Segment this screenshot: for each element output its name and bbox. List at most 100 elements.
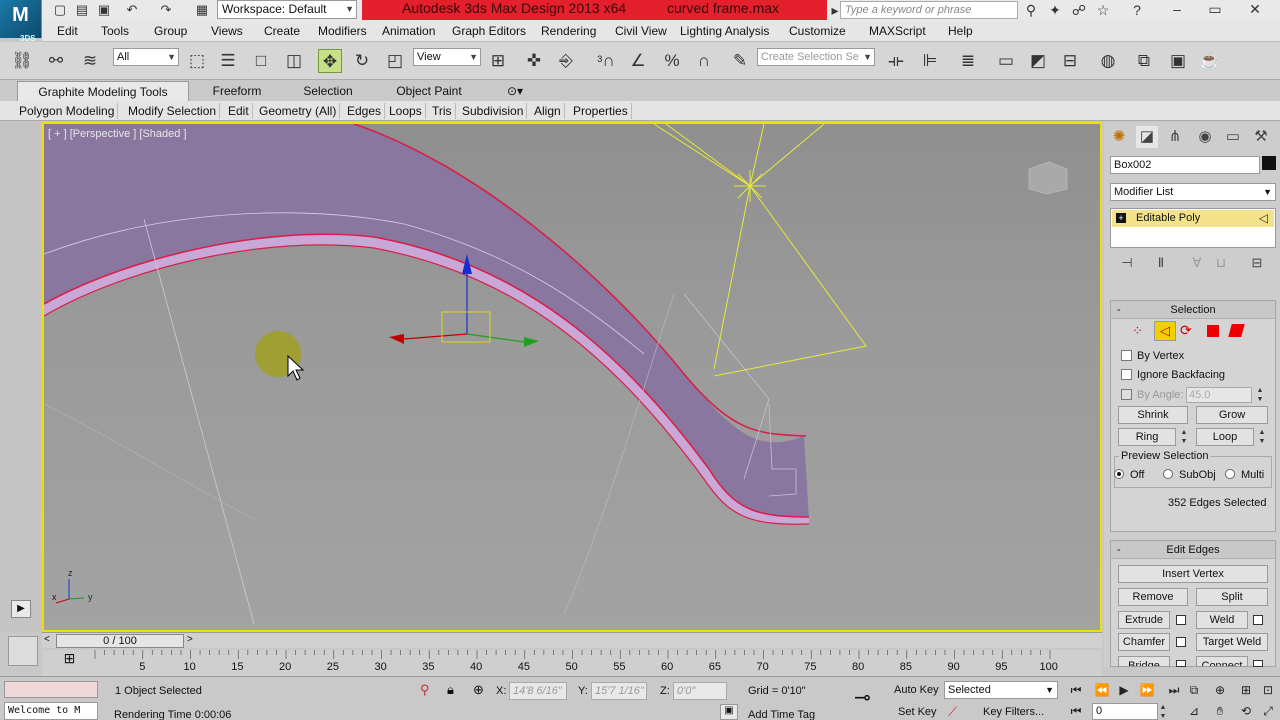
menu-animation[interactable]: Animation <box>382 24 435 38</box>
edge-subobject-button[interactable]: ◁ <box>1154 321 1176 341</box>
key-tangent-icon[interactable]: ⟋ <box>948 704 957 720</box>
select-object-icon[interactable]: ⬚ <box>185 49 209 73</box>
absolute-mode-icon[interactable]: ⊕ <box>473 682 484 698</box>
go-to-start-icon[interactable]: ⏮ <box>1066 681 1086 699</box>
select-and-move-icon[interactable]: ✥ <box>318 49 342 73</box>
hierarchy-tab-icon[interactable]: ⋔ <box>1164 126 1186 148</box>
weld-button[interactable]: Weld <box>1196 611 1248 629</box>
search-input[interactable]: Type a keyword or phrase <box>840 1 1018 19</box>
bridge-settings-icon[interactable] <box>1176 660 1186 667</box>
select-and-rotate-icon[interactable]: ↻ <box>350 49 374 73</box>
menu-help[interactable]: Help <box>948 24 973 38</box>
edit-named-selection-icon[interactable]: ✎ <box>728 49 752 73</box>
split-button[interactable]: Split <box>1196 588 1268 606</box>
maximize-viewport-icon[interactable]: ⤢ <box>1258 702 1278 720</box>
application-logo-button[interactable]: M 3DS <box>0 0 42 43</box>
menu-civil-view[interactable]: Civil View <box>615 24 667 38</box>
render-production-icon[interactable]: ☕ <box>1198 49 1222 73</box>
next-frame-arrow-icon[interactable]: > <box>187 634 193 645</box>
ribbon-options-icon[interactable]: ⊙▾ <box>500 81 530 101</box>
keyboard-shortcut-override-icon[interactable]: ⎆ <box>554 49 578 73</box>
y-coordinate-field[interactable]: 15'7 1/16" <box>591 682 647 700</box>
binoculars-icon[interactable]: ⚲ <box>1022 1 1040 19</box>
panel-polygon-modeling[interactable]: Polygon Modeling <box>16 103 119 119</box>
play-icon[interactable]: ▶ <box>1114 681 1134 699</box>
percent-snap-icon[interactable]: % <box>660 49 684 73</box>
isolate-selection-icon[interactable]: ⚲ <box>420 682 430 698</box>
panel-modify-selection[interactable]: Modify Selection <box>125 103 221 119</box>
preview-multi-radio[interactable] <box>1225 469 1235 479</box>
by-vertex-checkbox[interactable] <box>1121 350 1132 361</box>
menu-create[interactable]: Create <box>264 24 300 38</box>
close-icon[interactable]: ✕ <box>1242 2 1268 18</box>
ring-button[interactable]: Ring <box>1118 428 1176 446</box>
make-unique-icon[interactable]: ∀ <box>1186 255 1208 273</box>
border-subobject-icon[interactable]: ⟳ <box>1180 322 1192 339</box>
menu-rendering[interactable]: Rendering <box>541 24 596 38</box>
maxscript-input[interactable]: Welcome to M <box>4 702 98 720</box>
pivot-center-icon[interactable]: ⊞ <box>486 49 510 73</box>
zoom-extents-icon[interactable]: ⊡ <box>1258 681 1278 699</box>
tab-object-paint[interactable]: Object Paint <box>385 81 473 101</box>
loop-spinner-icon[interactable]: ▲ ▼ <box>1257 428 1267 446</box>
preview-off-radio[interactable] <box>1114 469 1124 479</box>
maxscript-mini-listener[interactable] <box>4 681 98 698</box>
selection-filter-dropdown[interactable]: All ▼ <box>113 48 179 66</box>
menu-graph-editors[interactable]: Graph Editors <box>452 24 526 38</box>
preview-subobj-radio[interactable] <box>1163 469 1173 479</box>
field-of-view-icon[interactable]: ⊿ <box>1184 702 1204 720</box>
panel-edges[interactable]: Edges <box>344 103 386 119</box>
by-angle-spinner[interactable]: 45.0 <box>1186 387 1252 403</box>
set-key-button[interactable]: Set Key <box>898 703 937 720</box>
project-folder-icon[interactable]: ▦ <box>194 2 210 18</box>
toggle-ribbon-icon[interactable]: ▭ <box>994 49 1018 73</box>
time-configuration-icon[interactable]: ⧉ <box>1184 681 1204 699</box>
align-icon[interactable]: ⊫ <box>918 49 942 73</box>
select-and-scale-icon[interactable]: ◰ <box>383 49 407 73</box>
menu-lighting-analysis[interactable]: Lighting Analysis <box>680 24 769 38</box>
selection-lock-icon[interactable]: 🔒︎ <box>447 682 454 698</box>
shrink-button[interactable]: Shrink <box>1118 406 1188 424</box>
menu-tools[interactable]: Tools <box>101 24 129 38</box>
panel-geometry-all[interactable]: Geometry (All) <box>256 103 341 119</box>
panel-align[interactable]: Align <box>531 103 565 119</box>
undo-icon[interactable]: ↶ <box>124 2 140 18</box>
modifier-list-dropdown[interactable]: Modifier List ▼ <box>1110 183 1276 201</box>
zoom-icon[interactable]: ⊕ <box>1210 681 1230 699</box>
panel-tris[interactable]: Tris <box>429 103 456 119</box>
remove-modifier-icon[interactable]: ⊔ <box>1210 255 1232 273</box>
menu-views[interactable]: Views <box>211 24 243 38</box>
next-frame-icon[interactable]: ⏩ <box>1137 681 1157 699</box>
track-bar[interactable]: ⊞ 5 10 15 20 25 30 35 40 45 50 55 60 65 70 75 80 85 90 95 1… <box>42 650 1102 676</box>
reference-coordinate-dropdown[interactable]: View ▼ <box>413 48 481 66</box>
polygon-subobject-icon[interactable] <box>1207 325 1219 337</box>
menu-customize[interactable]: Customize <box>789 24 846 38</box>
rendered-frame-window-icon[interactable]: ▣ <box>1166 49 1190 73</box>
loop-button[interactable]: Loop <box>1196 428 1254 446</box>
rectangular-selection-icon[interactable]: □ <box>249 49 273 73</box>
curve-editor-icon[interactable]: ◩ <box>1026 49 1050 73</box>
grow-button[interactable]: Grow <box>1196 406 1268 424</box>
layer-manager-icon[interactable]: ≣ <box>956 49 980 73</box>
add-time-tag-button[interactable]: Add Time Tag <box>748 709 815 720</box>
viewport-label[interactable]: [ + ] [Perspective ] [Shaded ] <box>48 128 187 140</box>
pin-stack-icon[interactable]: ⊣ <box>1116 255 1138 273</box>
track-bar-menu-icon[interactable]: ⊞ <box>52 650 87 676</box>
ring-spinner-icon[interactable]: ▲ ▼ <box>1179 428 1189 446</box>
bind-space-warp-icon[interactable]: ≋ <box>78 49 102 73</box>
edit-edges-rollout-header[interactable]: - Edit Edges <box>1111 541 1275 559</box>
x-coordinate-field[interactable]: 14'8 6/16" <box>509 682 567 700</box>
snaps-toggle-icon[interactable]: ᶟ∩ <box>594 49 618 73</box>
redo-icon[interactable]: ↷ <box>158 2 174 18</box>
set-key-icon[interactable]: ⊸ <box>854 688 871 708</box>
time-slider[interactable]: < 0 / 100 > <box>42 632 1102 648</box>
vertex-subobject-icon[interactable]: ⁘ <box>1132 323 1143 339</box>
modify-tab-icon[interactable]: ◪ <box>1136 126 1158 148</box>
expand-arrow-icon[interactable]: ▶ <box>11 600 31 618</box>
perspective-viewport[interactable]: [ + ] [Perspective ] [Shaded ] z x y <box>42 122 1102 632</box>
current-frame-field[interactable]: 0 <box>1092 703 1158 720</box>
communication-icon[interactable]: ☍ <box>1070 1 1088 19</box>
tab-freeform[interactable]: Freeform <box>197 81 277 101</box>
extrude-button[interactable]: Extrude <box>1118 611 1170 629</box>
select-manipulate-icon[interactable]: ✜ <box>522 49 546 73</box>
